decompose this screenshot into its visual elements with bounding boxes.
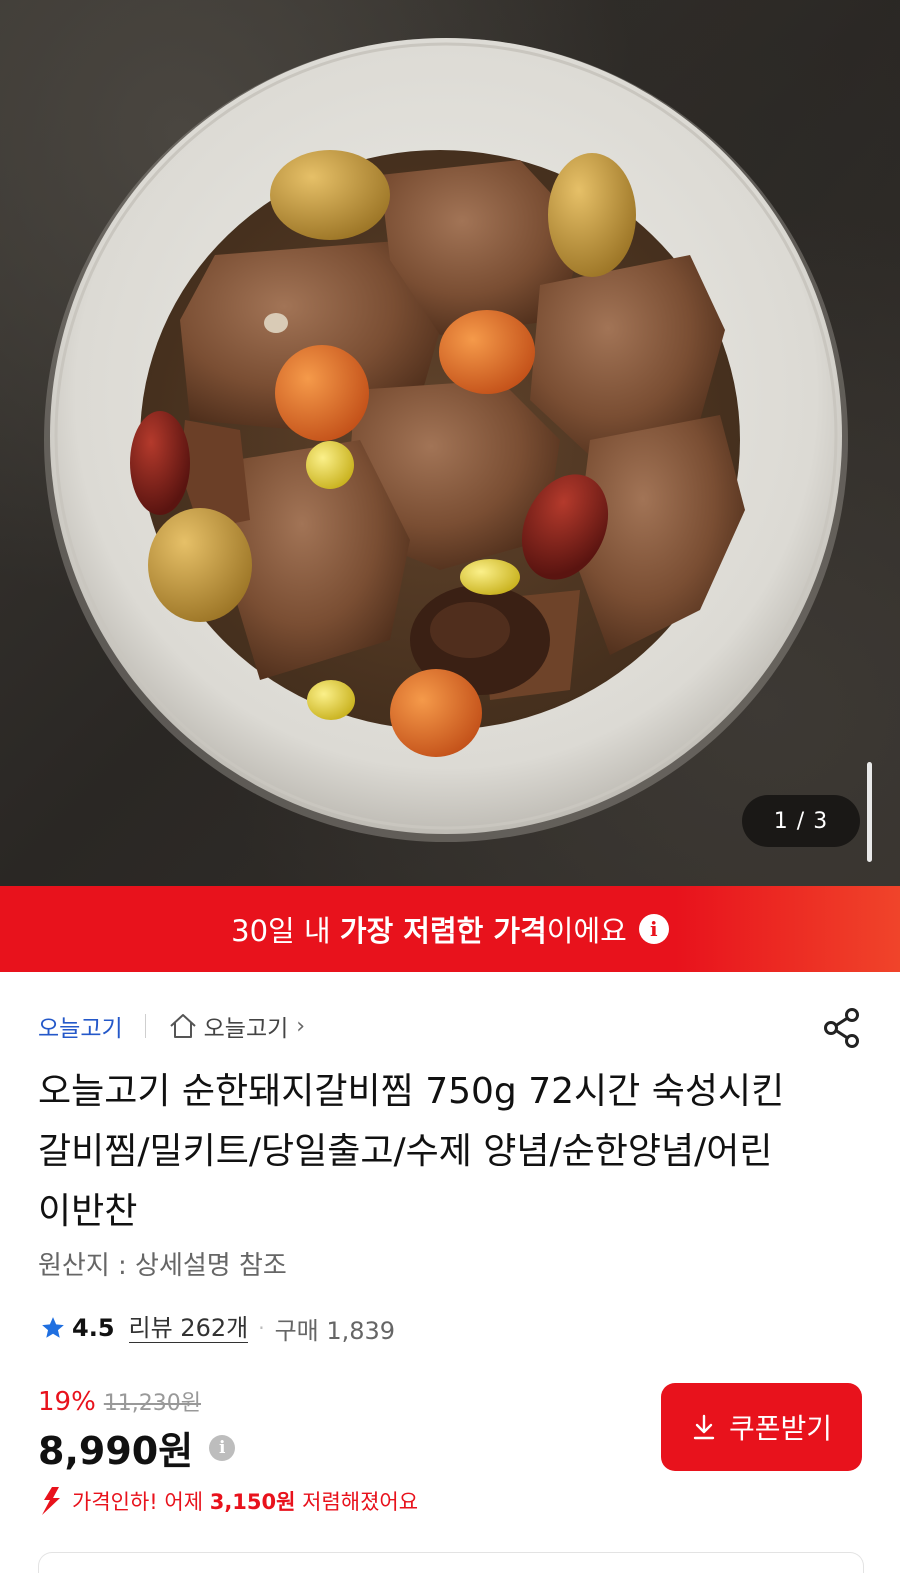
original-price: 11,230원 (103, 1391, 202, 1416)
purchase-count: 구매 1,839 (274, 1316, 396, 1345)
price-row: 8,990원 i (38, 1420, 236, 1475)
gallery-counter: 1 / 3 (742, 795, 860, 847)
discount-row: 19% 11,230원 (38, 1385, 201, 1417)
coupon-label: 쿠폰받기 (728, 1412, 833, 1445)
banner-text: 30일 내 가장 저렴한 가격이에요 (231, 914, 627, 948)
info-icon[interactable]: i (638, 914, 669, 944)
sale-price: 8,990원 (38, 1429, 194, 1473)
store-name: 오늘고기 (203, 1016, 289, 1042)
download-icon (693, 1414, 715, 1440)
reviews-link[interactable]: 리뷰 262개 (128, 1314, 249, 1343)
coupon-button[interactable]: 쿠폰받기 (661, 1383, 862, 1471)
store-link[interactable]: 오늘고기 › (168, 1009, 305, 1043)
price-drop-text: 가격인하! 어제 3,150원 저렴해졌어요 (72, 1490, 419, 1514)
price-info-icon[interactable]: i (209, 1434, 236, 1461)
product-image[interactable]: 1 / 3 (0, 0, 900, 886)
rating-row: 4.5 리뷰 262개 · 구매 1,839 (40, 1308, 395, 1348)
breadcrumb: 오늘고기 오늘고기 › (38, 1006, 305, 1046)
discount-rate: 19% (38, 1387, 96, 1417)
share-button[interactable] (820, 1006, 864, 1050)
brand-link[interactable]: 오늘고기 (38, 1009, 123, 1043)
lowest-price-banner[interactable]: 30일 내 가장 저렴한 가격이에요 i (0, 886, 900, 972)
chevron-right-icon: › (296, 1013, 306, 1039)
price-drop-notice: 가격인하! 어제 3,150원 저렴해졌어요 (38, 1486, 418, 1516)
braised-ribs-photo (44, 38, 848, 842)
next-section-edge (38, 1552, 864, 1573)
rating-value: 4.5 (72, 1314, 115, 1342)
gallery-scroll-indicator (867, 762, 872, 862)
separator-dot: · (258, 1316, 265, 1340)
star-icon (42, 1317, 64, 1338)
origin-info: 원산지 : 상세설명 참조 (38, 1251, 287, 1281)
breadcrumb-divider (144, 1014, 146, 1038)
price-drop-arrow-icon (42, 1487, 60, 1515)
share-icon (824, 1008, 859, 1048)
product-title: 오늘고기 순한돼지갈비찜 750g 72시간 숙성시킨 갈비찜/밀키트/당일출고… (38, 1071, 785, 1232)
home-icon (169, 1014, 196, 1038)
